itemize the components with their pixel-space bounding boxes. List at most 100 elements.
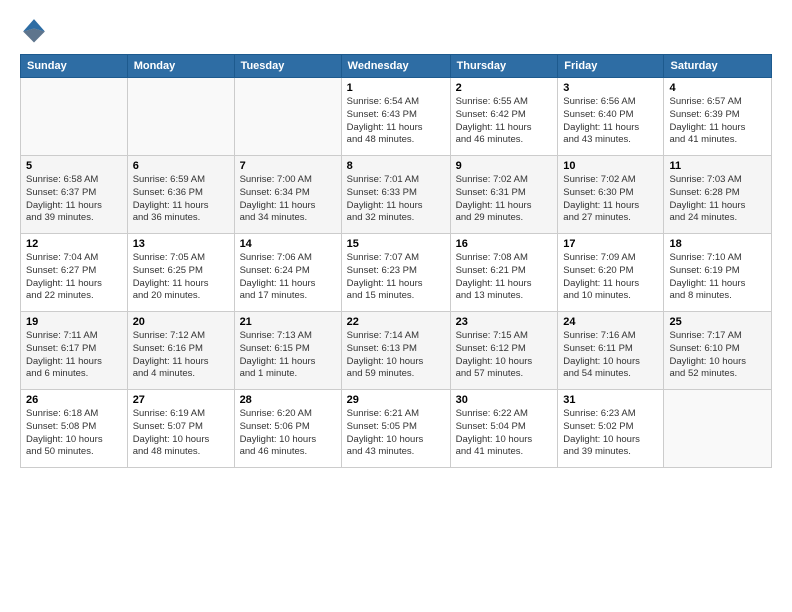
calendar-cell: 23 Sunrise: 7:15 AM Sunset: 6:12 PM Dayli… — [450, 312, 558, 390]
day-detail: Sunrise: 7:04 AM Sunset: 6:27 PM Dayligh… — [26, 252, 122, 303]
day-number: 6 — [133, 160, 229, 172]
weekday-header-friday: Friday — [558, 55, 664, 78]
day-number: 30 — [456, 394, 553, 406]
calendar-cell: 12Sunrise: 7:04 AM Sunset: 6:27 PM Dayli… — [21, 234, 128, 312]
day-number: 18 — [669, 238, 766, 250]
calendar-cell: 3Sunrise: 6:56 AM Sunset: 6:40 PM Daylig… — [558, 78, 664, 156]
calendar-cell — [664, 390, 772, 468]
calendar-cell: 8Sunrise: 7:01 AM Sunset: 6:33 PM Daylig… — [341, 156, 450, 234]
calendar-cell: 5 Sunrise: 6:58 AM Sunset: 6:37 PM Daylig… — [21, 156, 128, 234]
calendar-table: SundayMondayTuesdayWednesdayThursdayFrid… — [20, 54, 772, 468]
header — [20, 16, 772, 44]
calendar-cell — [21, 78, 128, 156]
day-detail: Sunrise: 7:08 AM Sunset: 6:21 PM Dayligh… — [456, 252, 553, 303]
calendar-week-2: 5 Sunrise: 6:58 AM Sunset: 6:37 PM Daylig… — [21, 156, 772, 234]
page: SundayMondayTuesdayWednesdayThursdayFrid… — [0, 0, 792, 612]
day-number: 27 — [133, 394, 229, 406]
calendar-cell: 18 Sunrise: 7:10 AM Sunset: 6:19 PM Dayli… — [664, 234, 772, 312]
day-number: 9 — [456, 160, 553, 172]
day-detail: Sunrise: 7:09 AM Sunset: 6:20 PM Dayligh… — [563, 252, 658, 303]
calendar-cell: 17 Sunrise: 7:09 AM Sunset: 6:20 PM Dayli… — [558, 234, 664, 312]
day-number: 25 — [669, 316, 766, 328]
day-number: 20 — [133, 316, 229, 328]
day-detail: Sunrise: 7:13 AM Sunset: 6:15 PM Dayligh… — [240, 330, 336, 381]
calendar-cell: 19 Sunrise: 7:11 AM Sunset: 6:17 PM Dayli… — [21, 312, 128, 390]
calendar-cell: 7 Sunrise: 7:00 AM Sunset: 6:34 PM Daylig… — [234, 156, 341, 234]
weekday-header-sunday: Sunday — [21, 55, 128, 78]
day-number: 31 — [563, 394, 658, 406]
day-detail: Sunrise: 7:01 AM Sunset: 6:33 PM Dayligh… — [347, 174, 445, 225]
calendar-cell: 9Sunrise: 7:02 AM Sunset: 6:31 PM Daylig… — [450, 156, 558, 234]
day-detail: Sunrise: 6:22 AM Sunset: 5:04 PM Dayligh… — [456, 408, 553, 459]
day-detail: Sunrise: 6:18 AM Sunset: 5:08 PM Dayligh… — [26, 408, 122, 459]
day-detail: Sunrise: 7:15 AM Sunset: 6:12 PM Dayligh… — [456, 330, 553, 381]
day-detail: Sunrise: 6:57 AM Sunset: 6:39 PM Dayligh… — [669, 96, 766, 147]
calendar-cell — [127, 78, 234, 156]
calendar-week-3: 12Sunrise: 7:04 AM Sunset: 6:27 PM Dayli… — [21, 234, 772, 312]
day-number: 19 — [26, 316, 122, 328]
calendar-cell: 24 Sunrise: 7:16 AM Sunset: 6:11 PM Dayli… — [558, 312, 664, 390]
calendar-cell: 21 Sunrise: 7:13 AM Sunset: 6:15 PM Dayli… — [234, 312, 341, 390]
calendar-cell: 26 Sunrise: 6:18 AM Sunset: 5:08 PM Dayli… — [21, 390, 128, 468]
calendar-cell: 14 Sunrise: 7:06 AM Sunset: 6:24 PM Dayli… — [234, 234, 341, 312]
day-number: 23 — [456, 316, 553, 328]
day-number: 26 — [26, 394, 122, 406]
day-detail: Sunrise: 6:56 AM Sunset: 6:40 PM Dayligh… — [563, 96, 658, 147]
day-number: 15 — [347, 238, 445, 250]
calendar-cell: 16 Sunrise: 7:08 AM Sunset: 6:21 PM Dayli… — [450, 234, 558, 312]
logo — [20, 16, 52, 44]
day-number: 1 — [347, 82, 445, 94]
weekday-header-tuesday: Tuesday — [234, 55, 341, 78]
day-number: 28 — [240, 394, 336, 406]
day-detail: Sunrise: 7:00 AM Sunset: 6:34 PM Dayligh… — [240, 174, 336, 225]
calendar-cell: 1 Sunrise: 6:54 AM Sunset: 6:43 PM Daylig… — [341, 78, 450, 156]
day-number: 5 — [26, 160, 122, 172]
day-detail: Sunrise: 6:58 AM Sunset: 6:37 PM Dayligh… — [26, 174, 122, 225]
calendar-cell: 27 Sunrise: 6:19 AM Sunset: 5:07 PM Dayli… — [127, 390, 234, 468]
day-detail: Sunrise: 6:23 AM Sunset: 5:02 PM Dayligh… — [563, 408, 658, 459]
day-detail: Sunrise: 6:59 AM Sunset: 6:36 PM Dayligh… — [133, 174, 229, 225]
calendar-cell: 28 Sunrise: 6:20 AM Sunset: 5:06 PM Dayli… — [234, 390, 341, 468]
day-detail: Sunrise: 6:20 AM Sunset: 5:06 PM Dayligh… — [240, 408, 336, 459]
calendar-week-4: 19 Sunrise: 7:11 AM Sunset: 6:17 PM Dayli… — [21, 312, 772, 390]
day-number: 16 — [456, 238, 553, 250]
calendar-week-5: 26 Sunrise: 6:18 AM Sunset: 5:08 PM Dayli… — [21, 390, 772, 468]
calendar-cell: 31 Sunrise: 6:23 AM Sunset: 5:02 PM Dayli… — [558, 390, 664, 468]
day-detail: Sunrise: 7:16 AM Sunset: 6:11 PM Dayligh… — [563, 330, 658, 381]
day-number: 14 — [240, 238, 336, 250]
calendar-cell: 22Sunrise: 7:14 AM Sunset: 6:13 PM Dayli… — [341, 312, 450, 390]
day-number: 10 — [563, 160, 658, 172]
day-detail: Sunrise: 7:07 AM Sunset: 6:23 PM Dayligh… — [347, 252, 445, 303]
calendar-cell: 20 Sunrise: 7:12 AM Sunset: 6:16 PM Dayli… — [127, 312, 234, 390]
day-detail: Sunrise: 7:14 AM Sunset: 6:13 PM Dayligh… — [347, 330, 445, 381]
day-number: 4 — [669, 82, 766, 94]
day-detail: Sunrise: 6:21 AM Sunset: 5:05 PM Dayligh… — [347, 408, 445, 459]
logo-icon — [20, 16, 48, 44]
day-number: 7 — [240, 160, 336, 172]
day-number: 29 — [347, 394, 445, 406]
day-number: 21 — [240, 316, 336, 328]
calendar-cell: 11Sunrise: 7:03 AM Sunset: 6:28 PM Dayli… — [664, 156, 772, 234]
day-detail: Sunrise: 6:54 AM Sunset: 6:43 PM Dayligh… — [347, 96, 445, 147]
calendar-cell: 6 Sunrise: 6:59 AM Sunset: 6:36 PM Daylig… — [127, 156, 234, 234]
day-detail: Sunrise: 7:11 AM Sunset: 6:17 PM Dayligh… — [26, 330, 122, 381]
day-detail: Sunrise: 7:17 AM Sunset: 6:10 PM Dayligh… — [669, 330, 766, 381]
day-detail: Sunrise: 7:12 AM Sunset: 6:16 PM Dayligh… — [133, 330, 229, 381]
calendar-cell: 29 Sunrise: 6:21 AM Sunset: 5:05 PM Dayli… — [341, 390, 450, 468]
calendar-cell: 13Sunrise: 7:05 AM Sunset: 6:25 PM Dayli… — [127, 234, 234, 312]
calendar-week-1: 1 Sunrise: 6:54 AM Sunset: 6:43 PM Daylig… — [21, 78, 772, 156]
day-detail: Sunrise: 7:06 AM Sunset: 6:24 PM Dayligh… — [240, 252, 336, 303]
day-detail: Sunrise: 6:55 AM Sunset: 6:42 PM Dayligh… — [456, 96, 553, 147]
day-detail: Sunrise: 6:19 AM Sunset: 5:07 PM Dayligh… — [133, 408, 229, 459]
calendar-cell: 25 Sunrise: 7:17 AM Sunset: 6:10 PM Dayli… — [664, 312, 772, 390]
day-number: 17 — [563, 238, 658, 250]
day-detail: Sunrise: 7:03 AM Sunset: 6:28 PM Dayligh… — [669, 174, 766, 225]
day-number: 2 — [456, 82, 553, 94]
day-detail: Sunrise: 7:05 AM Sunset: 6:25 PM Dayligh… — [133, 252, 229, 303]
calendar-cell: 4 Sunrise: 6:57 AM Sunset: 6:39 PM Daylig… — [664, 78, 772, 156]
day-detail: Sunrise: 7:10 AM Sunset: 6:19 PM Dayligh… — [669, 252, 766, 303]
calendar-cell: 2 Sunrise: 6:55 AM Sunset: 6:42 PM Daylig… — [450, 78, 558, 156]
calendar-header-row: SundayMondayTuesdayWednesdayThursdayFrid… — [21, 55, 772, 78]
day-number: 24 — [563, 316, 658, 328]
weekday-header-wednesday: Wednesday — [341, 55, 450, 78]
